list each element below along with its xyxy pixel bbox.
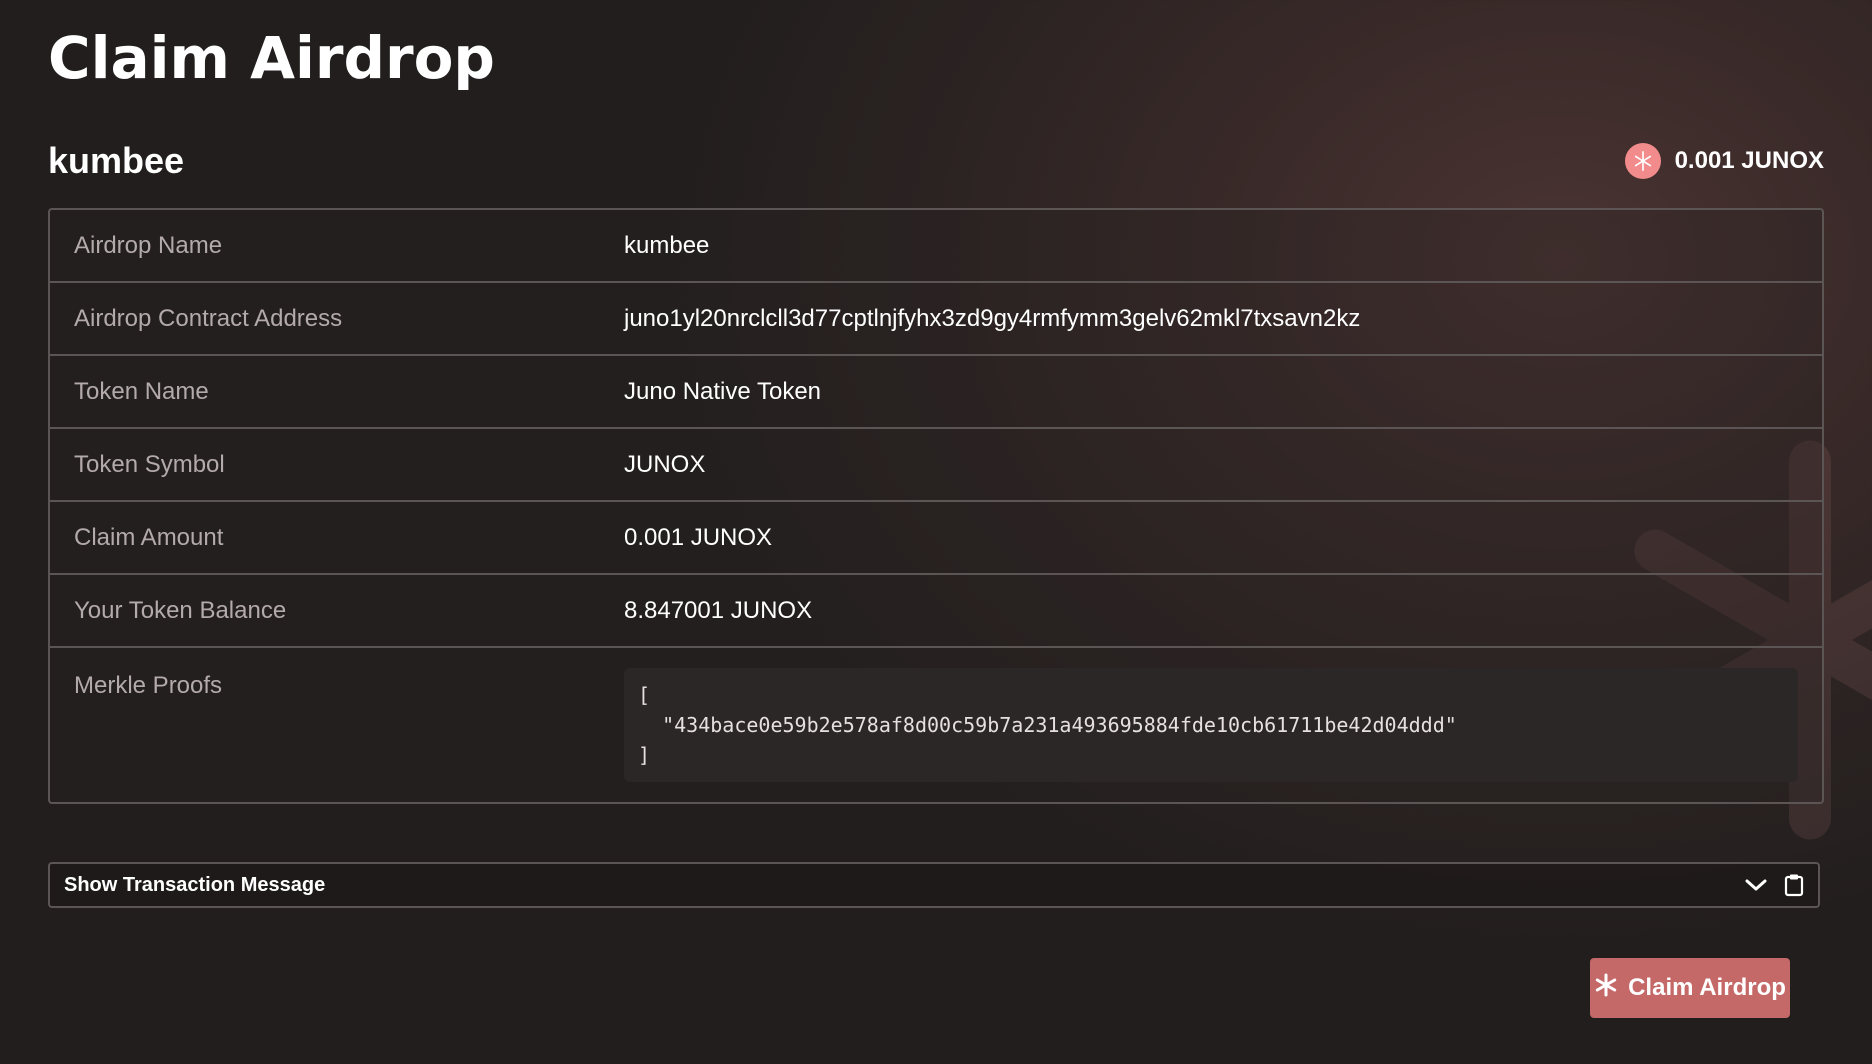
detail-label: Airdrop Contract Address	[74, 304, 343, 332]
detail-label: Token Symbol	[74, 450, 225, 478]
table-row: Airdrop Contract Address juno1yl20nrclcl…	[50, 283, 1822, 356]
detail-label: Airdrop Name	[74, 231, 223, 259]
merkle-proofs-cell: [ "434bace0e59b2e578af8d00c59b7a231a4936…	[624, 648, 1822, 802]
merkle-proofs-code: [ "434bace0e59b2e578af8d00c59b7a231a4936…	[624, 668, 1798, 782]
airdrop-heading: kumbee	[48, 140, 185, 181]
chevron-down-icon[interactable]	[1744, 872, 1768, 898]
detail-label: Claim Amount	[74, 523, 224, 551]
claim-amount-badge: 0.001 JUNOX	[1624, 143, 1824, 179]
clipboard-icon[interactable]	[1782, 872, 1806, 898]
detail-label: Merkle Proofs	[74, 672, 223, 699]
detail-label: Token Name	[74, 377, 209, 405]
page-title: Claim Airdrop	[48, 24, 495, 92]
table-row: Merkle Proofs [ "434bace0e59b2e578af8d00…	[50, 648, 1822, 802]
transaction-actions	[1744, 872, 1806, 898]
claim-amount-badge-text: 0.001 JUNOX	[1674, 147, 1824, 174]
table-row: Claim Amount 0.001 JUNOX	[50, 502, 1822, 575]
table-row: Token Name Juno Native Token	[50, 356, 1822, 429]
detail-value-claim-amount: 0.001 JUNOX	[624, 523, 773, 551]
table-row: Airdrop Name kumbee	[50, 210, 1822, 283]
detail-value-contract-address: juno1yl20nrclcll3d77cptlnjfyhx3zd9gy4rmf…	[624, 304, 1361, 332]
detail-label: Your Token Balance	[74, 596, 287, 624]
airdrop-details-table: Airdrop Name kumbee Airdrop Contract Add…	[48, 208, 1824, 804]
show-transaction-message-toggle[interactable]: Show Transaction Message	[48, 862, 1820, 908]
table-row: Your Token Balance 8.847001 JUNOX	[50, 575, 1822, 648]
claim-airdrop-button-label: Claim Airdrop	[1628, 974, 1786, 1001]
airdrop-header: kumbee 0.001 JUNOX	[48, 134, 1824, 188]
asterisk-icon	[1594, 973, 1618, 1004]
claim-airdrop-button[interactable]: Claim Airdrop	[1590, 958, 1790, 1018]
juno-star-icon	[1624, 143, 1661, 179]
detail-value-token-symbol: JUNOX	[624, 450, 706, 478]
show-transaction-message-label: Show Transaction Message	[64, 873, 326, 896]
detail-value-token-balance: 8.847001 JUNOX	[624, 596, 813, 624]
detail-value-airdrop-name: kumbee	[624, 231, 710, 259]
detail-value-token-name: Juno Native Token	[624, 377, 822, 405]
table-row: Token Symbol JUNOX	[50, 429, 1822, 502]
